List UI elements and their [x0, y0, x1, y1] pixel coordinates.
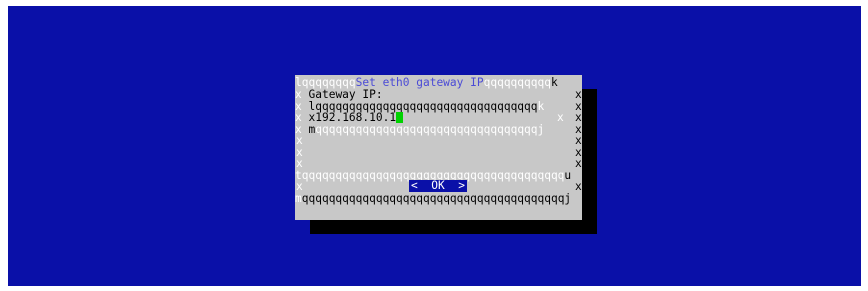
dialog-top-border: lqqqqqqqqSet eth0 gateway IPqqqqqqqqqqk [295, 76, 558, 89]
input-box-right-edge: x [557, 111, 564, 124]
left-border: x [296, 134, 303, 147]
right-border: x [575, 157, 582, 170]
dialog-bottom-border: mqqqqqqqqqqqqqqqqqqqqqqqqqqqqqqqqqqqqqqq… [295, 191, 572, 205]
terminal-screen: lqqqqqqqqSet eth0 gateway IPqqqqqqqqqqk … [8, 6, 861, 286]
input-box-bottom: x mqqqqqqqqqqqqqqqqqqqqqqqqqqqqqqqqqj [295, 122, 545, 136]
right-border: x [575, 88, 582, 101]
right-border: x [575, 134, 582, 147]
right-border: x [575, 111, 582, 124]
text-cursor [396, 112, 404, 123]
right-border: x [575, 180, 582, 193]
gateway-ip-dialog: lqqqqqqqqSet eth0 gateway IPqqqqqqqqqqk … [295, 75, 582, 220]
ok-button[interactable]: < OK > [409, 180, 467, 192]
